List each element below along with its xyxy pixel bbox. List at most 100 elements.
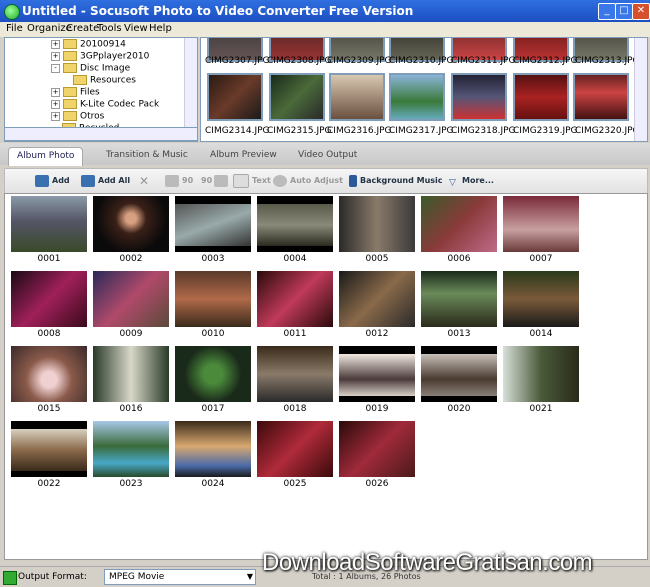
menu-file[interactable]: File — [6, 23, 23, 34]
background-music-button[interactable]: Background Music — [349, 173, 443, 189]
tab-video-output[interactable]: Video Output — [290, 147, 365, 163]
album-thumbnail[interactable] — [11, 196, 87, 252]
album-thumbnail[interactable] — [175, 421, 251, 477]
close-button[interactable]: ✕ — [632, 3, 650, 20]
add-label: Add — [52, 176, 70, 185]
album-thumbnail[interactable] — [175, 271, 251, 327]
album-thumbnail[interactable] — [339, 196, 415, 252]
album-thumbnail[interactable] — [339, 271, 415, 327]
album-thumbnail[interactable] — [175, 196, 251, 252]
tree-item-label: K-Lite Codec Pack — [80, 99, 160, 110]
browser-thumbnail[interactable] — [573, 73, 629, 121]
album-thumbnail[interactable] — [421, 346, 497, 402]
album-thumbnail[interactable] — [257, 421, 333, 477]
photo-browser[interactable]: CIMG2307.JPG CIMG2308.JPG CIMG2309.JPG C… — [200, 37, 648, 142]
browser-thumbnail[interactable] — [389, 73, 445, 121]
folder-icon — [63, 63, 77, 73]
album-thumbnail[interactable] — [93, 196, 169, 252]
app-icon — [4, 4, 20, 20]
folder-icon — [63, 111, 77, 121]
output-format-select[interactable]: MPEG Movie ▼ — [104, 569, 256, 585]
tree-item[interactable]: +20100914 — [51, 39, 126, 51]
album-thumbnail[interactable] — [421, 196, 497, 252]
album-thumbnail[interactable] — [503, 346, 579, 402]
album-photo-grid[interactable]: 0001 0002 0003 0004 0005 0006 0007 0008 … — [4, 193, 648, 560]
tree-horizontal-scrollbar[interactable] — [4, 127, 198, 141]
tree-item[interactable]: + K-Lite Codec Pack — [51, 99, 159, 111]
minimize-button[interactable]: _ — [598, 3, 616, 20]
tree-item[interactable]: + Otros — [51, 111, 104, 123]
album-thumbnail[interactable] — [503, 196, 579, 252]
rotate-left-icon — [165, 174, 179, 187]
text-icon — [233, 173, 249, 188]
album-thumbnail[interactable] — [93, 421, 169, 477]
rotate-right-icon — [214, 174, 229, 187]
file-name: CIMG2307.JPG — [205, 56, 270, 66]
photo-number: 0021 — [529, 404, 553, 414]
tree-vertical-scrollbar[interactable] — [184, 38, 197, 141]
menu-bar: File Organize Create Tools View Help — [0, 22, 650, 37]
add-all-button[interactable]: Add All — [81, 173, 130, 189]
photo-number: 0001 — [37, 254, 61, 264]
watermark: DownloadSoftwareGratisan.com — [262, 549, 593, 576]
tree-item[interactable]: + Files — [51, 87, 100, 99]
photo-number: 0013 — [447, 329, 471, 339]
album-thumbnail[interactable] — [339, 421, 415, 477]
auto-adjust-button[interactable]: Auto Adjust — [273, 173, 343, 189]
maximize-button[interactable]: □ — [615, 3, 633, 20]
tab-transition-music[interactable]: Transition & Music — [98, 147, 196, 163]
more-button[interactable]: ▽ More... — [449, 173, 494, 189]
album-thumbnail[interactable] — [93, 271, 169, 327]
browser-thumbnail[interactable] — [513, 73, 569, 121]
browser-thumbnail[interactable] — [451, 73, 507, 121]
tree-item-label: Otros — [80, 111, 105, 122]
expand-icon[interactable]: + — [51, 111, 60, 121]
expand-icon[interactable]: + — [51, 87, 60, 97]
rotate-right-button[interactable]: 90 — [201, 173, 231, 189]
menu-help[interactable]: Help — [149, 23, 172, 34]
album-thumbnail[interactable] — [11, 421, 87, 477]
tab-album-photo[interactable]: Album Photo — [8, 147, 84, 166]
album-thumbnail[interactable] — [257, 346, 333, 402]
menu-tools[interactable]: Tools — [97, 23, 122, 34]
browser-vertical-scrollbar[interactable] — [634, 38, 647, 141]
folder-icon — [63, 99, 77, 109]
tab-album-preview[interactable]: Album Preview — [202, 147, 285, 163]
expand-icon[interactable]: + — [51, 51, 60, 61]
album-thumbnail[interactable] — [503, 271, 579, 327]
tree-item[interactable]: +3GPplayer2010 — [51, 51, 149, 63]
rotate-left-button[interactable]: 90 — [165, 173, 193, 189]
add-all-label: Add All — [98, 176, 131, 185]
collapse-icon[interactable]: - — [51, 63, 60, 73]
tree-item[interactable]: Resources — [73, 75, 136, 87]
album-thumbnail[interactable] — [93, 346, 169, 402]
tree-item-label: Resources — [90, 75, 136, 86]
album-thumbnail[interactable] — [339, 346, 415, 402]
album-thumbnail[interactable] — [257, 271, 333, 327]
menu-create[interactable]: Create — [66, 23, 99, 34]
photo-number: 0007 — [529, 254, 553, 264]
file-name: CIMG2310.JPG — [389, 56, 454, 66]
photo-number: 0026 — [365, 479, 389, 489]
browser-thumbnail[interactable] — [269, 73, 325, 121]
album-thumbnail[interactable] — [257, 196, 333, 252]
photo-number: 0015 — [37, 404, 61, 414]
tree-item[interactable]: - Disc Image — [51, 63, 130, 75]
browser-thumbnail[interactable] — [207, 73, 263, 121]
text-button[interactable]: Text — [233, 173, 271, 189]
dropdown-arrow-icon[interactable]: ▼ — [247, 570, 253, 584]
photo-number: 0025 — [283, 479, 307, 489]
album-thumbnail[interactable] — [11, 271, 87, 327]
photo-number: 0020 — [447, 404, 471, 414]
album-thumbnail[interactable] — [11, 346, 87, 402]
file-name: CIMG2318.JPG — [451, 126, 516, 136]
delete-icon[interactable]: ✕ — [139, 173, 149, 189]
album-thumbnail[interactable] — [421, 271, 497, 327]
add-button[interactable]: Add — [35, 173, 70, 189]
expand-icon[interactable]: + — [51, 99, 60, 109]
browser-thumbnail[interactable] — [329, 73, 385, 121]
menu-view[interactable]: View — [124, 23, 148, 34]
album-thumbnail[interactable] — [175, 346, 251, 402]
expand-icon[interactable]: + — [51, 39, 60, 49]
photo-number: 0018 — [283, 404, 307, 414]
